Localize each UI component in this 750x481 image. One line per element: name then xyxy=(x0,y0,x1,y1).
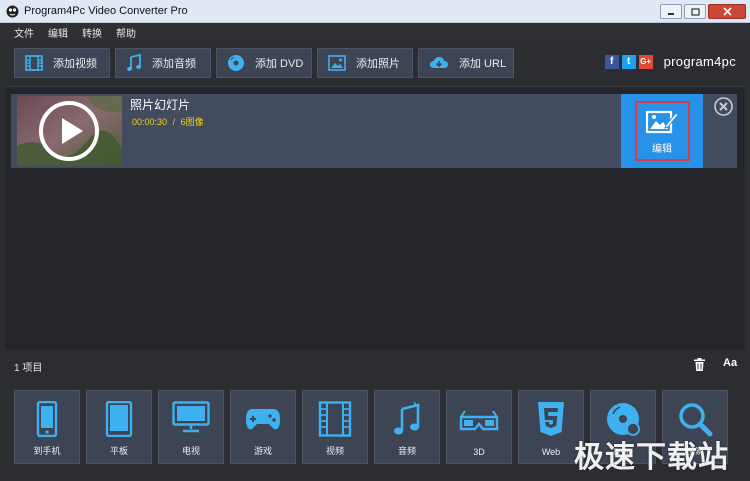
add-video-label: 添加视频 xyxy=(53,58,97,70)
add-audio-button[interactable]: 添加音频 xyxy=(115,48,211,78)
add-dvd-button[interactable]: 添加 DVD xyxy=(216,48,312,78)
format-game[interactable]: 游戏 xyxy=(230,390,296,464)
format-label: 视频 xyxy=(325,446,344,456)
add-photo-button[interactable]: 添加照片 xyxy=(317,48,413,78)
format-tv[interactable]: 电视 xyxy=(158,390,224,464)
format-label: 游戏 xyxy=(253,446,272,456)
menu-file[interactable]: 文件 xyxy=(14,25,34,40)
edit-highlight: 编辑 xyxy=(634,101,690,161)
film-icon xyxy=(25,55,43,71)
image-icon xyxy=(328,55,346,71)
phone-icon xyxy=(36,401,58,437)
window-title: Program4Pc Video Converter Pro xyxy=(24,5,188,17)
facebook-icon[interactable]: f xyxy=(604,54,619,69)
format-video[interactable]: 视频 xyxy=(302,390,368,464)
minimize-icon xyxy=(668,12,674,15)
watermark: 极速下载站 xyxy=(574,440,729,475)
add-photo-label: 添加照片 xyxy=(356,58,400,70)
meta-separator: / xyxy=(172,117,176,127)
format-label: 电视 xyxy=(181,446,200,456)
format-label: 音频 xyxy=(397,446,416,456)
list-item[interactable]: 照片幻灯片 00:00:30 / 6图像 编辑 xyxy=(11,94,737,168)
format-label: 3D xyxy=(473,447,485,457)
minimize-button[interactable] xyxy=(660,4,682,19)
item-duration: 00:00:30 xyxy=(132,117,168,127)
edit-button[interactable]: 编辑 xyxy=(621,94,703,168)
social-links: f t G+ program4pc xyxy=(604,54,736,69)
twitter-icon[interactable]: t xyxy=(621,54,636,69)
tv-icon xyxy=(172,401,210,433)
add-video-button[interactable]: 添加视频 xyxy=(14,48,110,78)
item-title: 照片幻灯片 xyxy=(130,98,191,112)
format-label: 到手机 xyxy=(33,446,61,456)
add-dvd-label: 添加 DVD xyxy=(255,58,304,70)
item-meta: 00:00:30 / 6图像 xyxy=(132,115,204,128)
add-audio-label: 添加音频 xyxy=(152,58,196,70)
edit-image-icon xyxy=(645,110,679,133)
menu-help[interactable]: 帮助 xyxy=(116,25,136,40)
title-bar: Program4Pc Video Converter Pro xyxy=(0,0,750,23)
menu-convert[interactable]: 转换 xyxy=(82,25,102,40)
film-icon xyxy=(318,401,352,437)
item-count: 1 项目 xyxy=(14,363,43,374)
close-window-button[interactable] xyxy=(708,4,746,19)
format-label: 平板 xyxy=(109,446,128,456)
menu-edit[interactable]: 编辑 xyxy=(48,25,68,40)
gamepad-icon xyxy=(246,409,280,430)
font-size-button[interactable]: Aa xyxy=(723,357,737,369)
format-phone[interactable]: 到手机 xyxy=(14,390,80,464)
format-audio[interactable]: 音频 xyxy=(374,390,440,464)
google-plus-icon[interactable]: G+ xyxy=(638,54,653,69)
edit-label: 编辑 xyxy=(652,143,672,155)
thumbnail-image xyxy=(17,96,122,166)
add-url-label: 添加 URL xyxy=(459,58,507,70)
close-icon xyxy=(722,7,732,16)
cloud-download-icon xyxy=(430,57,448,68)
item-image-count: 6图像 xyxy=(180,117,204,127)
menu-bar: 文件 编辑 转换 帮助 xyxy=(0,23,750,41)
music-note-icon xyxy=(127,54,141,71)
3d-glasses-icon xyxy=(459,410,499,431)
add-url-button[interactable]: 添加 URL xyxy=(418,48,514,78)
disc-icon xyxy=(228,55,244,71)
maximize-icon xyxy=(690,7,700,16)
format-tablet[interactable]: 平板 xyxy=(86,390,152,464)
format-3d[interactable]: 3D xyxy=(446,390,512,464)
toolbar: 添加视频 添加音频 添加 DVD 添加照片 添加 URL f t G+ prog… xyxy=(0,41,750,86)
brand-logo[interactable]: program4pc xyxy=(664,54,736,69)
html5-icon xyxy=(538,402,564,436)
tablet-icon xyxy=(105,401,133,437)
maximize-button[interactable] xyxy=(684,4,706,19)
video-thumbnail[interactable] xyxy=(17,96,122,166)
app-logo-icon xyxy=(6,5,19,18)
file-list: 照片幻灯片 00:00:30 / 6图像 编辑 xyxy=(5,86,745,350)
trash-icon[interactable] xyxy=(694,358,705,371)
music-notes-icon xyxy=(394,401,420,435)
remove-item-icon[interactable] xyxy=(714,97,733,116)
status-bar: 1 项目 Aa xyxy=(0,350,750,378)
